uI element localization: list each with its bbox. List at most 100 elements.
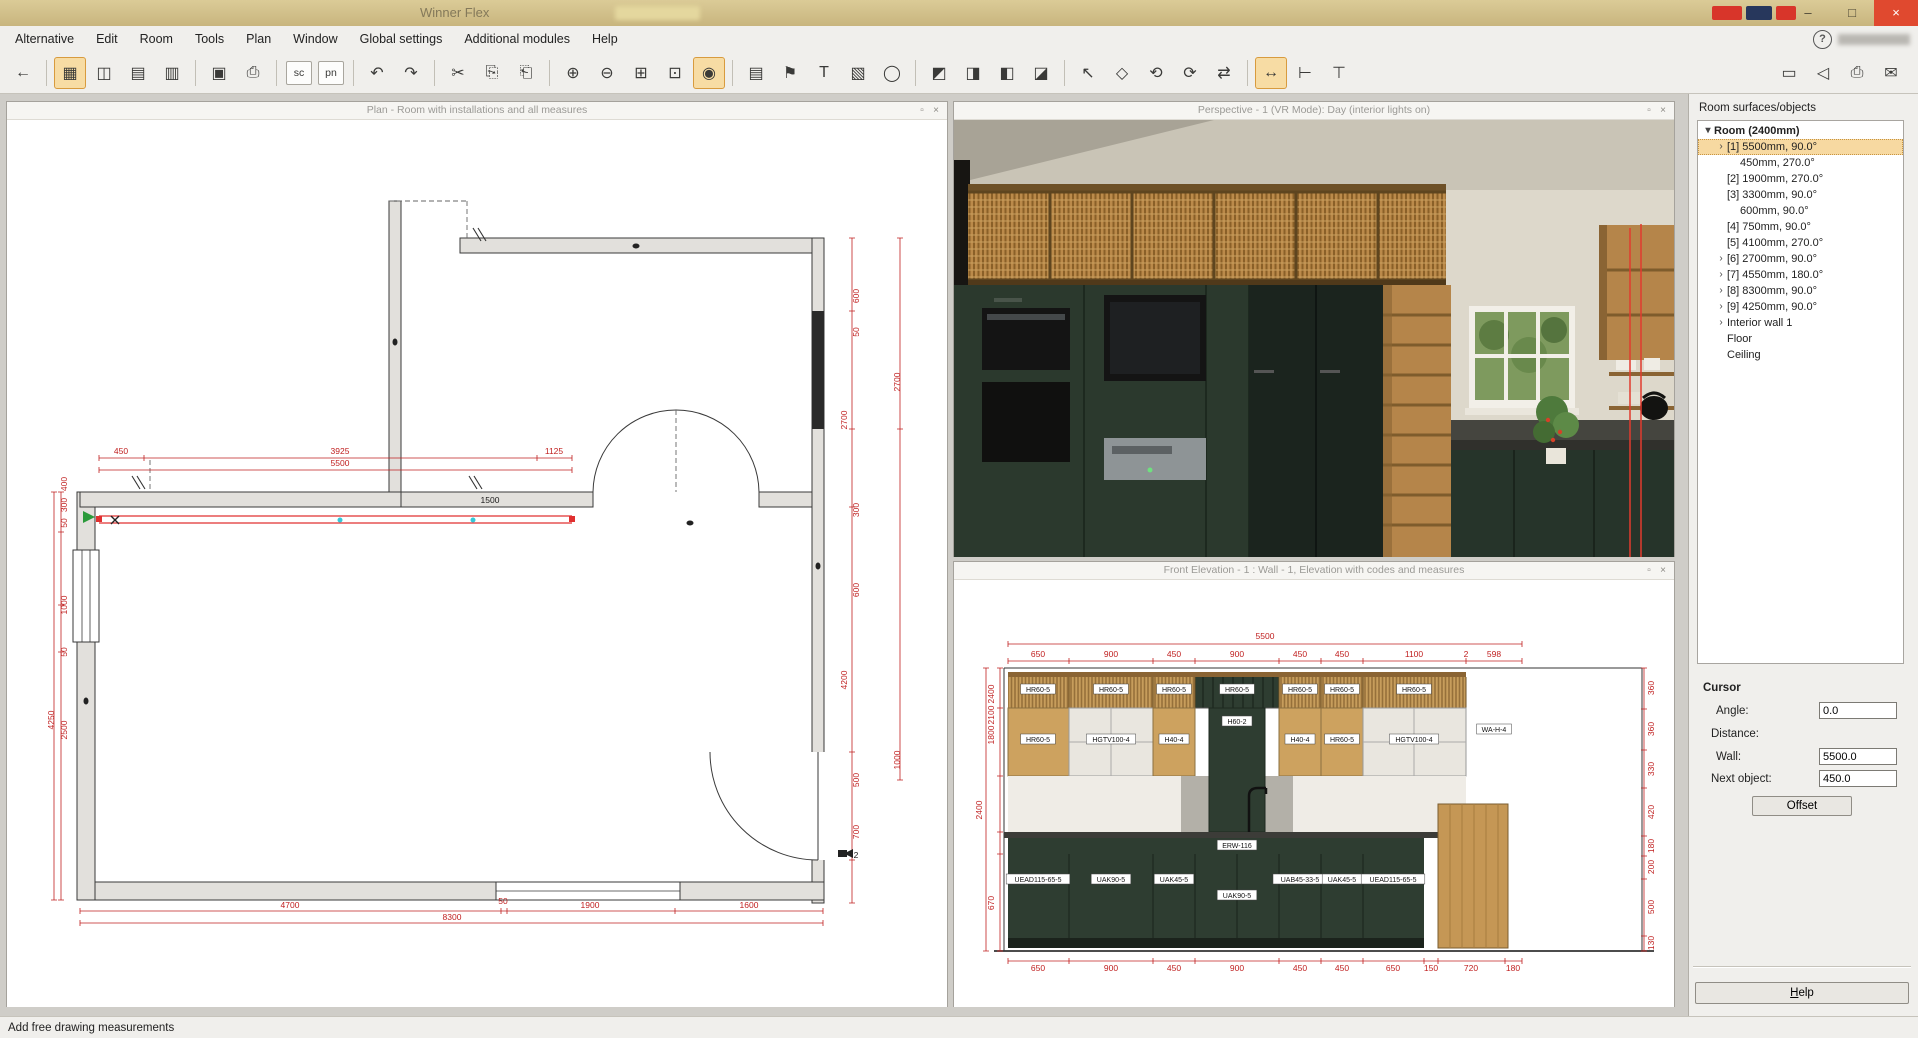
snapshot-icon[interactable]: ▭ <box>1773 57 1805 89</box>
svg-text:50: 50 <box>498 896 508 906</box>
open-plan-icon[interactable]: ▦ <box>54 57 86 89</box>
elevation-panel-titlebar[interactable]: Front Elevation - 1 : Wall - 1, Elevatio… <box>954 562 1674 580</box>
select-3d-icon[interactable]: ◇ <box>1106 57 1138 89</box>
menu-additional-modules[interactable]: Additional modules <box>453 26 581 52</box>
statusbar: Add free drawing measurements <box>0 1016 1918 1038</box>
menu-edit[interactable]: Edit <box>85 26 129 52</box>
sc-button[interactable]: sc <box>286 61 312 85</box>
tree-item[interactable]: ▾Room (2400mm) <box>1698 123 1903 139</box>
plan-panel-titlebar[interactable]: Plan - Room with installations and all m… <box>7 102 947 120</box>
back-arrow-icon[interactable]: ← <box>7 57 39 89</box>
tree-item[interactable]: [5] 4100mm, 270.0° <box>1698 235 1903 251</box>
svg-text:HR60-5: HR60-5 <box>1026 737 1050 744</box>
chevron-right-icon[interactable]: › <box>1715 315 1727 331</box>
zoom-out-icon[interactable]: ⊖ <box>591 57 623 89</box>
chevron-right-icon[interactable]: › <box>1715 251 1727 267</box>
perspective-restore-button[interactable]: ▫ <box>1642 105 1656 116</box>
redo-icon[interactable]: ↷ <box>395 57 427 89</box>
tree-item[interactable]: [3] 3300mm, 90.0° <box>1698 187 1903 203</box>
help-circle-icon[interactable]: ? <box>1813 30 1832 49</box>
chevron-right-icon[interactable]: › <box>1715 139 1727 155</box>
menu-tools[interactable]: Tools <box>184 26 235 52</box>
undo-icon[interactable]: ↶ <box>361 57 393 89</box>
paste-icon[interactable]: ⎗ <box>510 57 542 89</box>
zoom-in-icon[interactable]: ⊕ <box>557 57 589 89</box>
menu-help[interactable]: Help <box>581 26 629 52</box>
zoom-extents-icon[interactable]: ⊡ <box>659 57 691 89</box>
report-icon[interactable]: ▤ <box>122 57 154 89</box>
report-columns-icon[interactable]: ▥ <box>156 57 188 89</box>
measure-icon[interactable]: ↔ <box>1255 57 1287 89</box>
dimension-icon[interactable]: ⊢ <box>1289 57 1321 89</box>
view-plan-icon[interactable]: ◧ <box>991 57 1023 89</box>
menu-room[interactable]: Room <box>129 26 184 52</box>
tree-item[interactable]: ›[6] 2700mm, 90.0° <box>1698 251 1903 267</box>
copy-icon[interactable]: ⎘ <box>476 57 508 89</box>
plan-close-button[interactable]: × <box>929 105 943 116</box>
menu-global-settings[interactable]: Global settings <box>349 26 454 52</box>
print-icon[interactable]: ⎙ <box>237 57 269 89</box>
perspective-close-button[interactable]: × <box>1656 105 1670 116</box>
offset-button[interactable]: Offset <box>1752 796 1852 816</box>
svg-text:2: 2 <box>854 850 859 860</box>
svg-text:HR60-5: HR60-5 <box>1162 687 1186 694</box>
tree-item[interactable]: 450mm, 270.0° <box>1698 155 1903 171</box>
window-layout-icon[interactable]: ◫ <box>88 57 120 89</box>
zoom-previous-icon[interactable]: ◉ <box>693 57 725 89</box>
mail-icon[interactable]: ✉ <box>1875 57 1907 89</box>
minimize-button[interactable]: – <box>1786 0 1830 26</box>
perspective-render[interactable] <box>954 120 1674 557</box>
annotation-icon[interactable]: ▤ <box>740 57 772 89</box>
text-icon[interactable]: T <box>808 57 840 89</box>
perspective-panel-titlebar[interactable]: Perspective - 1 (VR Mode): Day (interior… <box>954 102 1674 120</box>
wall-distance-input[interactable] <box>1819 748 1897 765</box>
circle-arc-icon[interactable]: ◯ <box>876 57 908 89</box>
rotate-right-icon[interactable]: ⟳ <box>1174 57 1206 89</box>
view-elevation-icon[interactable]: ◨ <box>957 57 989 89</box>
tree-item[interactable]: ›[9] 4250mm, 90.0° <box>1698 299 1903 315</box>
tree-item[interactable]: ›Interior wall 1 <box>1698 315 1903 331</box>
svg-text:720: 720 <box>1464 963 1478 973</box>
distribute-icon[interactable]: ⇄ <box>1208 57 1240 89</box>
elevation-drawing[interactable]: 5500650900450900450450110025982400210018… <box>954 580 1674 1007</box>
next-object-input[interactable] <box>1819 770 1897 787</box>
section-icon[interactable]: ⊤ <box>1323 57 1355 89</box>
print-view-icon[interactable]: ⎙ <box>1841 57 1873 89</box>
view-3d-icon[interactable]: ◩ <box>923 57 955 89</box>
elevation-close-button[interactable]: × <box>1656 565 1670 576</box>
tree-item[interactable]: Ceiling <box>1698 347 1903 363</box>
menu-plan[interactable]: Plan <box>235 26 282 52</box>
pointer-icon[interactable]: ↖ <box>1072 57 1104 89</box>
plan-drawing[interactable]: 4503925112555001500470050190016008300600… <box>7 120 947 1007</box>
chevron-right-icon[interactable]: › <box>1715 283 1727 299</box>
send-back-icon[interactable]: ◁ <box>1807 57 1839 89</box>
flag-icon[interactable]: ⚑ <box>774 57 806 89</box>
help-button[interactable]: Help <box>1695 982 1909 1004</box>
svg-text:900: 900 <box>1230 649 1244 659</box>
view-walls-icon[interactable]: ◪ <box>1025 57 1057 89</box>
tree-item[interactable]: 600mm, 90.0° <box>1698 203 1903 219</box>
chevron-right-icon[interactable]: › <box>1715 299 1727 315</box>
tree-item[interactable]: Floor <box>1698 331 1903 347</box>
chevron-right-icon[interactable]: › <box>1715 267 1727 283</box>
maximize-button[interactable]: □ <box>1830 0 1874 26</box>
zoom-window-icon[interactable]: ⊞ <box>625 57 657 89</box>
pn-button[interactable]: pn <box>318 61 344 85</box>
save-icon[interactable]: ▣ <box>203 57 235 89</box>
elevation-restore-button[interactable]: ▫ <box>1642 565 1656 576</box>
image-icon[interactable]: ▧ <box>842 57 874 89</box>
tree-item[interactable]: [4] 750mm, 90.0° <box>1698 219 1903 235</box>
menu-window[interactable]: Window <box>282 26 348 52</box>
tree-item[interactable]: ›[7] 4550mm, 180.0° <box>1698 267 1903 283</box>
plan-restore-button[interactable]: ▫ <box>915 105 929 116</box>
selected-wall-highlight[interactable] <box>83 511 575 524</box>
rotate-left-icon[interactable]: ⟲ <box>1140 57 1172 89</box>
chevron-down-icon[interactable]: ▾ <box>1702 123 1714 139</box>
tree-item[interactable]: ›[8] 8300mm, 90.0° <box>1698 283 1903 299</box>
tree-item[interactable]: [2] 1900mm, 270.0° <box>1698 171 1903 187</box>
close-button[interactable]: × <box>1874 0 1918 26</box>
cut-icon[interactable]: ✂ <box>442 57 474 89</box>
tree-item[interactable]: ›[1] 5500mm, 90.0° <box>1698 139 1903 155</box>
menu-alternative[interactable]: Alternative <box>4 26 85 52</box>
angle-input[interactable] <box>1819 702 1897 719</box>
